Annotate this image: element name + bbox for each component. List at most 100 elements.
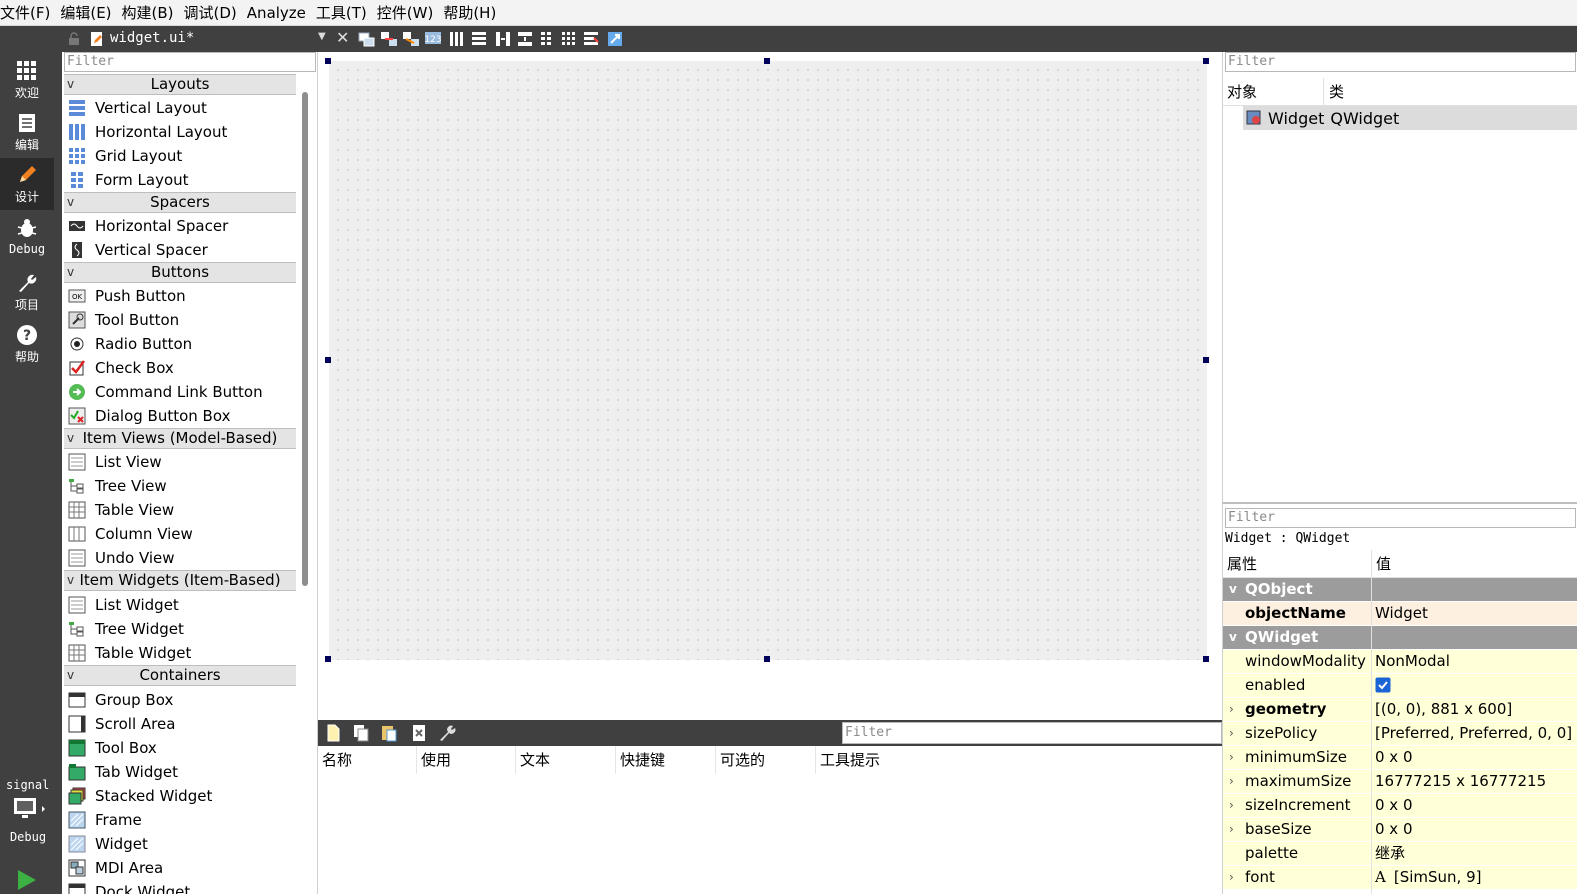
- widget-item[interactable]: Vertical Spacer: [64, 238, 296, 262]
- category-spacers[interactable]: v Spacers: [64, 192, 296, 213]
- property-row-font[interactable]: › font A [SimSun, 9]: [1223, 866, 1577, 890]
- property-row-objectname[interactable]: objectName Widget: [1223, 602, 1577, 626]
- widget-item[interactable]: MDI Area: [64, 856, 296, 880]
- menu-build[interactable]: 构建(B): [120, 0, 182, 26]
- widget-item[interactable]: Horizontal Layout: [64, 120, 296, 144]
- column-header-tooltip[interactable]: 工具提示: [816, 746, 916, 774]
- property-value[interactable]: 0 x 0: [1375, 818, 1413, 841]
- layout-grid-icon[interactable]: [560, 30, 578, 48]
- form-canvas[interactable]: [329, 61, 1207, 660]
- property-value[interactable]: A [SimSun, 9]: [1375, 866, 1481, 889]
- column-header-class[interactable]: 类: [1329, 78, 1344, 106]
- property-filter-input[interactable]: Filter: [1225, 508, 1576, 528]
- chevron-right-icon[interactable]: ›: [1229, 698, 1234, 721]
- widget-item[interactable]: Group Box: [64, 688, 296, 712]
- widget-item[interactable]: Stacked Widget: [64, 784, 296, 808]
- layout-horizontal-icon[interactable]: [448, 30, 466, 48]
- widget-item[interactable]: Tool Button: [64, 308, 296, 332]
- property-row-basesize[interactable]: › baseSize 0 x 0: [1223, 818, 1577, 842]
- widget-item[interactable]: Tool Box: [64, 736, 296, 760]
- mode-projects[interactable]: 项目: [0, 266, 54, 318]
- property-group-qobject[interactable]: v QObject: [1223, 578, 1577, 602]
- mode-help[interactable]: ? 帮助: [0, 318, 54, 370]
- category-item-widgets[interactable]: v Item Widgets (Item-Based): [64, 570, 296, 591]
- resize-handle[interactable]: [764, 656, 770, 662]
- property-value[interactable]: 16777215 x 16777215: [1375, 770, 1546, 793]
- configure-action-icon[interactable]: [438, 724, 456, 742]
- enabled-checkbox[interactable]: [1375, 677, 1391, 700]
- column-header-value[interactable]: 值: [1376, 550, 1391, 578]
- new-action-icon[interactable]: [324, 724, 342, 742]
- widget-item[interactable]: Horizontal Spacer: [64, 214, 296, 238]
- menu-debug[interactable]: 调试(D): [182, 0, 245, 26]
- chevron-right-icon[interactable]: ›: [1229, 746, 1234, 769]
- chevron-right-icon[interactable]: ›: [1229, 818, 1234, 841]
- copy-action-icon[interactable]: [352, 724, 370, 742]
- widget-item[interactable]: Tree Widget: [64, 617, 296, 641]
- property-row-enabled[interactable]: enabled: [1223, 674, 1577, 698]
- column-header-text[interactable]: 文本: [516, 746, 616, 774]
- edit-signals-slots-icon[interactable]: [380, 30, 398, 48]
- column-header-used[interactable]: 使用: [417, 746, 516, 774]
- widget-item[interactable]: Dialog Button Box: [64, 404, 296, 428]
- property-value[interactable]: Widget: [1375, 602, 1428, 625]
- widget-box-filter-input[interactable]: Filter: [64, 52, 316, 72]
- widget-item[interactable]: Widget: [64, 832, 296, 856]
- chevron-right-icon[interactable]: ›: [1229, 770, 1234, 793]
- action-filter-input[interactable]: Filter: [842, 722, 1222, 744]
- resize-handle[interactable]: [1203, 656, 1209, 662]
- property-value[interactable]: [Preferred, Preferred, 0, 0]: [1375, 722, 1572, 745]
- column-header-name[interactable]: 名称: [318, 746, 417, 774]
- widget-item[interactable]: Form Layout: [64, 168, 296, 192]
- edit-buddies-icon[interactable]: [402, 30, 420, 48]
- chevron-down-icon[interactable]: ▼: [318, 31, 326, 42]
- widget-item[interactable]: Grid Layout: [64, 144, 296, 168]
- column-header-property[interactable]: 属性: [1227, 550, 1257, 578]
- document-title[interactable]: widget.ui*: [110, 30, 194, 46]
- widget-item[interactable]: Radio Button: [64, 332, 296, 356]
- category-item-views[interactable]: v Item Views (Model-Based): [64, 428, 296, 449]
- resize-handle[interactable]: [1203, 58, 1209, 64]
- menu-edit[interactable]: 编辑(E): [58, 0, 119, 26]
- widget-item[interactable]: Frame: [64, 808, 296, 832]
- delete-action-icon[interactable]: [410, 724, 428, 742]
- layout-vertical-icon[interactable]: [470, 30, 488, 48]
- layout-vertical-splitter-icon[interactable]: [516, 30, 534, 48]
- layout-form-icon[interactable]: [538, 30, 556, 48]
- widget-item[interactable]: Column View: [64, 522, 296, 546]
- menu-analyze[interactable]: Analyze: [245, 0, 314, 26]
- widget-box-scrollbar[interactable]: [302, 92, 308, 586]
- break-layout-icon[interactable]: [582, 30, 600, 48]
- widget-item[interactable]: Command Link Button: [64, 380, 296, 404]
- property-row-minimumsize[interactable]: › minimumSize 0 x 0: [1223, 746, 1577, 770]
- widget-item[interactable]: Undo View: [64, 546, 296, 570]
- menu-help[interactable]: 帮助(H): [441, 0, 504, 26]
- resize-handle[interactable]: [764, 58, 770, 64]
- resize-handle[interactable]: [1203, 357, 1209, 363]
- object-tree-row[interactable]: Widget QWidget: [1243, 106, 1577, 130]
- close-icon[interactable]: ✕: [336, 28, 349, 47]
- paste-action-icon[interactable]: [380, 724, 398, 742]
- property-value[interactable]: 继承: [1375, 842, 1405, 865]
- adjust-size-icon[interactable]: [606, 30, 624, 48]
- property-row-sizepolicy[interactable]: › sizePolicy [Preferred, Preferred, 0, 0]: [1223, 722, 1577, 746]
- mode-edit[interactable]: 编辑: [0, 106, 54, 158]
- widget-item[interactable]: OK Push Button: [64, 284, 296, 308]
- widget-item[interactable]: List View: [64, 450, 296, 474]
- mode-design[interactable]: 设计: [0, 158, 54, 210]
- mode-welcome[interactable]: 欢迎: [0, 54, 54, 106]
- kit-selector[interactable]: Debug: [0, 796, 56, 852]
- widget-item[interactable]: Dock Widget: [64, 880, 296, 894]
- widget-item[interactable]: Table View: [64, 498, 296, 522]
- widget-item[interactable]: Vertical Layout: [64, 96, 296, 120]
- category-buttons[interactable]: v Buttons: [64, 262, 296, 283]
- property-row-palette[interactable]: palette 继承: [1223, 842, 1577, 866]
- widget-item[interactable]: Tab Widget: [64, 760, 296, 784]
- menu-controls[interactable]: 控件(W): [375, 0, 442, 26]
- chevron-right-icon[interactable]: ›: [1229, 794, 1234, 817]
- chevron-right-icon[interactable]: ›: [1229, 866, 1234, 889]
- property-row-geometry[interactable]: › geometry [(0, 0), 881 x 600]: [1223, 698, 1577, 722]
- property-row-maximumsize[interactable]: › maximumSize 16777215 x 16777215: [1223, 770, 1577, 794]
- property-value[interactable]: NonModal: [1375, 650, 1450, 673]
- column-header-checkable[interactable]: 可选的: [716, 746, 816, 774]
